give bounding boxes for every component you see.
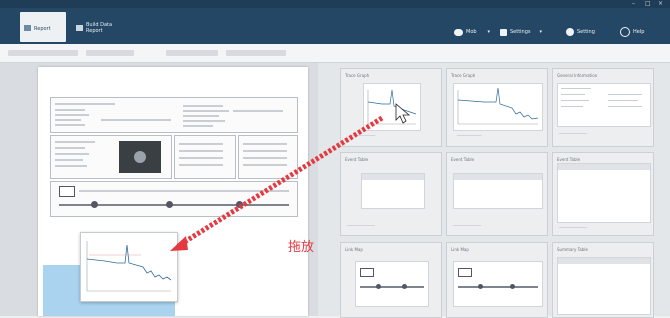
drag-drop-label: 拖放	[288, 240, 315, 255]
template-trace-graph[interactable]: Trace Graph ―――――――	[340, 68, 442, 147]
close-icon[interactable]: ×	[658, 0, 663, 8]
otdr-icon	[59, 186, 75, 197]
template-title: Trace Graph	[451, 73, 476, 78]
template-title: Event Table	[451, 157, 475, 162]
minimize-icon[interactable]: –	[632, 0, 635, 8]
template-event-table-3[interactable]: Event Table ――――――――	[552, 152, 654, 236]
toolbar-group[interactable]	[8, 50, 78, 56]
fiber-info-section[interactable]	[50, 135, 172, 179]
toolbar	[0, 44, 670, 63]
tab-build-data-report[interactable]: Build Data Report	[76, 12, 120, 42]
measurement-section[interactable]	[174, 135, 236, 179]
result-section[interactable]	[238, 135, 298, 179]
template-title: Event Table	[345, 157, 369, 162]
maximize-icon[interactable]: □	[645, 0, 651, 8]
template-trace-graph-large[interactable]: Trace Graph ―――――――	[446, 68, 548, 147]
square-icon	[500, 28, 507, 36]
template-title: Event Table	[557, 157, 581, 162]
template-title: General Information	[557, 73, 598, 78]
template-link-map[interactable]: Link Map	[340, 242, 442, 318]
dragged-trace-graph[interactable]	[80, 232, 178, 302]
toolbar-group[interactable]	[166, 50, 218, 56]
link-map-section[interactable]	[50, 181, 298, 217]
template-title: Link Map	[451, 247, 469, 252]
template-general-information[interactable]: General Information ――――――――	[552, 68, 654, 147]
tab-report-label: Report	[34, 26, 51, 32]
template-event-table-2[interactable]: Event Table ――――――――	[446, 152, 548, 236]
tab-report[interactable]: Report	[20, 12, 66, 42]
help-icon	[620, 27, 630, 37]
ribbon: Report Build Data Report Mob ▾ Settings …	[0, 8, 670, 44]
title-bar: – □ ×	[0, 0, 670, 8]
template-event-table[interactable]: Event Table ――――――――	[340, 152, 442, 236]
template-link-map-2[interactable]: Link Map	[446, 242, 548, 318]
chevron-down-icon: ▾	[487, 29, 491, 35]
report-icon	[24, 25, 31, 31]
template-title: Summary Table	[557, 247, 588, 252]
general-info-section[interactable]	[50, 97, 298, 133]
template-title: Trace Graph	[345, 73, 370, 78]
fiber-endface-image	[119, 141, 161, 173]
template-title: Link Map	[345, 247, 363, 252]
mob-label: Mob	[466, 29, 477, 35]
build-report-icon	[76, 25, 83, 31]
setting-label: Setting	[577, 29, 595, 35]
settings-button[interactable]: Settings ▾	[500, 26, 542, 38]
trace-graph-preview	[86, 241, 172, 292]
gear-icon	[566, 28, 574, 36]
event-marker	[166, 201, 173, 208]
tab-build-label: Build Data Report	[86, 22, 113, 34]
setting-button[interactable]: Setting	[566, 26, 595, 38]
chevron-down-icon: ▾	[539, 29, 543, 35]
mob-button[interactable]: Mob ▾	[454, 26, 490, 38]
toolbar-group[interactable]	[226, 50, 286, 56]
event-marker	[236, 201, 243, 208]
help-button[interactable]: Help	[620, 26, 644, 38]
event-marker	[91, 201, 98, 208]
settings-label: Settings	[510, 29, 531, 35]
help-label: Help	[633, 29, 645, 35]
cloud-icon	[454, 28, 463, 36]
toolbar-group[interactable]	[86, 50, 134, 56]
template-summary-table[interactable]: Summary Table	[552, 242, 654, 318]
